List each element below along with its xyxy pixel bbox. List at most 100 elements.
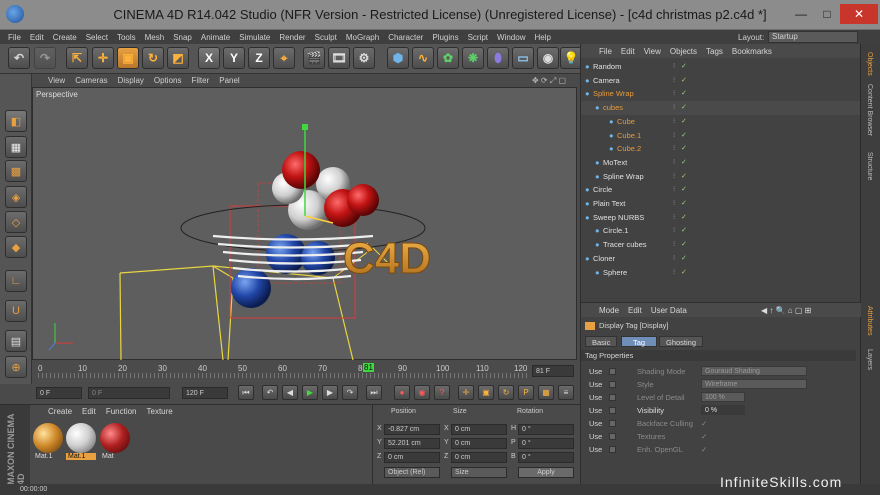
menu-create[interactable]: Create <box>53 33 77 42</box>
object-row[interactable]: ● Spline Wrap ⁝ ✓ <box>581 87 861 101</box>
object-row[interactable]: ● Plain Text ⁝ ✓ <box>581 197 861 211</box>
end-frame-field[interactable]: 120 F <box>182 387 228 399</box>
visibility-dots-icon[interactable]: ⁝ <box>673 170 675 183</box>
menu-mograph[interactable]: MoGraph <box>346 33 379 42</box>
rotation-h-field[interactable]: 0 ° <box>518 424 574 435</box>
light-icon[interactable]: 💡 <box>560 47 582 69</box>
edges-mode-icon[interactable]: ◇ <box>5 211 27 233</box>
object-row[interactable]: ● Spline Wrap ⁝ ✓ <box>581 170 861 184</box>
size-mode-dropdown[interactable]: Size <box>451 467 507 478</box>
property-value[interactable]: ✓ <box>701 417 707 430</box>
property-value[interactable]: 0 % <box>701 405 745 415</box>
select-tool-icon[interactable]: ⇱ <box>66 47 88 69</box>
viewport-menu-options[interactable]: Options <box>154 76 182 85</box>
min-frame-field[interactable]: 0 F <box>88 387 170 399</box>
render-view-icon[interactable]: 🎬 <box>303 47 325 69</box>
objects-menu-bookmarks[interactable]: Bookmarks <box>732 47 772 56</box>
visibility-dots-icon[interactable]: ⁝ <box>673 156 675 169</box>
use-checkbox[interactable] <box>609 420 616 427</box>
use-checkbox[interactable] <box>609 407 616 414</box>
visibility-dots-icon[interactable]: ⁝ <box>673 252 675 265</box>
enable-check-icon[interactable]: ✓ <box>681 101 687 114</box>
play-icon[interactable]: ▶ <box>302 385 318 400</box>
objects-menu-view[interactable]: View <box>644 47 661 56</box>
go-to-start-icon[interactable]: ⏮ <box>238 385 254 400</box>
next-frame-icon[interactable]: ▶ <box>322 385 338 400</box>
enable-check-icon[interactable]: ✓ <box>681 238 687 251</box>
scale-tool-icon[interactable]: ▣ <box>117 47 139 69</box>
size-y-field[interactable]: 0 cm <box>451 438 507 449</box>
record-position-icon[interactable]: ✛ <box>458 385 474 400</box>
visibility-dots-icon[interactable]: ⁝ <box>673 183 675 196</box>
next-key-icon[interactable]: ↷ <box>342 385 358 400</box>
enable-check-icon[interactable]: ✓ <box>681 87 687 100</box>
layout-dropdown[interactable]: Startup <box>768 31 858 43</box>
rotation-b-field[interactable]: 0 ° <box>518 452 574 463</box>
workplane-grid-icon[interactable]: ▤ <box>5 330 27 352</box>
objects-menu-tags[interactable]: Tags <box>706 47 723 56</box>
material-menu-create[interactable]: Create <box>48 407 72 416</box>
enable-check-icon[interactable]: ✓ <box>681 266 687 279</box>
use-checkbox[interactable] <box>609 381 616 388</box>
property-value[interactable]: Wireframe <box>701 379 807 389</box>
model-mode-icon[interactable]: ◧ <box>5 110 27 132</box>
undo-icon[interactable]: ↶ <box>8 47 30 69</box>
visibility-dots-icon[interactable]: ⁝ <box>673 266 675 279</box>
object-row[interactable]: ● Circle ⁝ ✓ <box>581 183 861 197</box>
go-to-end-icon[interactable]: ⏭ <box>366 385 382 400</box>
nurbs-icon[interactable]: ✿ <box>437 47 459 69</box>
render-settings-icon[interactable]: ⚙ <box>353 47 375 69</box>
visibility-dots-icon[interactable]: ⁝ <box>673 142 675 155</box>
minimize-button[interactable]: — <box>788 4 814 24</box>
menu-tools[interactable]: Tools <box>117 33 136 42</box>
polygons-mode-icon[interactable]: ◆ <box>5 236 27 258</box>
object-row[interactable]: ● Sphere ⁝ ✓ <box>581 266 861 280</box>
menu-window[interactable]: Window <box>497 33 525 42</box>
object-row[interactable]: ● Cube.2 ⁝ ✓ <box>581 142 861 156</box>
menu-render[interactable]: Render <box>279 33 305 42</box>
objects-menu-objects[interactable]: Objects <box>670 47 697 56</box>
object-row[interactable]: ● Cube ⁝ ✓ <box>581 115 861 129</box>
viewport-menu-display[interactable]: Display <box>118 76 144 85</box>
side-tab-content-browser[interactable]: Content Browser <box>866 84 873 136</box>
material-menu-edit[interactable]: Edit <box>82 407 96 416</box>
property-value[interactable]: 100 % <box>701 392 745 402</box>
start-frame-field[interactable]: 0 F <box>36 387 82 399</box>
menu-help[interactable]: Help <box>534 33 550 42</box>
enable-check-icon[interactable]: ✓ <box>681 129 687 142</box>
visibility-dots-icon[interactable]: ⁝ <box>673 211 675 224</box>
position-y-field[interactable]: 52.201 cm <box>384 438 440 449</box>
use-checkbox[interactable] <box>609 433 616 440</box>
visibility-dots-icon[interactable]: ⁝ <box>673 238 675 251</box>
size-z-field[interactable]: 0 cm <box>451 452 507 463</box>
snap-icon[interactable]: ⊕ <box>5 356 27 378</box>
object-row[interactable]: ● MoText ⁝ ✓ <box>581 156 861 170</box>
playhead[interactable]: 81 <box>363 363 374 372</box>
object-row[interactable]: ● cubes ⁝ ✓ <box>581 101 861 115</box>
menu-mesh[interactable]: Mesh <box>145 33 165 42</box>
workplane-mode-icon[interactable]: ▩ <box>5 160 27 182</box>
3d-viewport[interactable]: Perspective C4D <box>32 87 577 361</box>
timeline-menu-icon[interactable]: ≡ <box>558 385 574 400</box>
coordinate-system-icon[interactable]: ⌖ <box>273 47 295 69</box>
deformer-icon[interactable]: ⬮ <box>487 47 509 69</box>
enable-check-icon[interactable]: ✓ <box>681 60 687 73</box>
property-value[interactable]: ✓ <box>701 430 707 443</box>
visibility-dots-icon[interactable]: ⁝ <box>673 115 675 128</box>
visibility-dots-icon[interactable]: ⁝ <box>673 224 675 237</box>
side-tab-objects[interactable]: Objects <box>866 52 873 76</box>
attr-menu-mode[interactable]: Mode <box>599 306 619 315</box>
menu-script[interactable]: Script <box>468 33 488 42</box>
apply-button[interactable]: Apply <box>518 467 574 478</box>
record-keys-icon[interactable]: ● <box>394 385 410 400</box>
viewport-menu-panel[interactable]: Panel <box>219 76 239 85</box>
menu-select[interactable]: Select <box>86 33 108 42</box>
camera-icon[interactable]: ◉ <box>537 47 559 69</box>
tab-ghosting[interactable]: Ghosting <box>659 336 704 347</box>
side-tab-structure[interactable]: Structure <box>866 152 873 180</box>
position-z-field[interactable]: 0 cm <box>384 452 440 463</box>
tab-tag[interactable]: Tag <box>621 336 657 347</box>
use-checkbox[interactable] <box>609 368 616 375</box>
material-menu-function[interactable]: Function <box>106 407 137 416</box>
record-scale-icon[interactable]: ▣ <box>478 385 494 400</box>
